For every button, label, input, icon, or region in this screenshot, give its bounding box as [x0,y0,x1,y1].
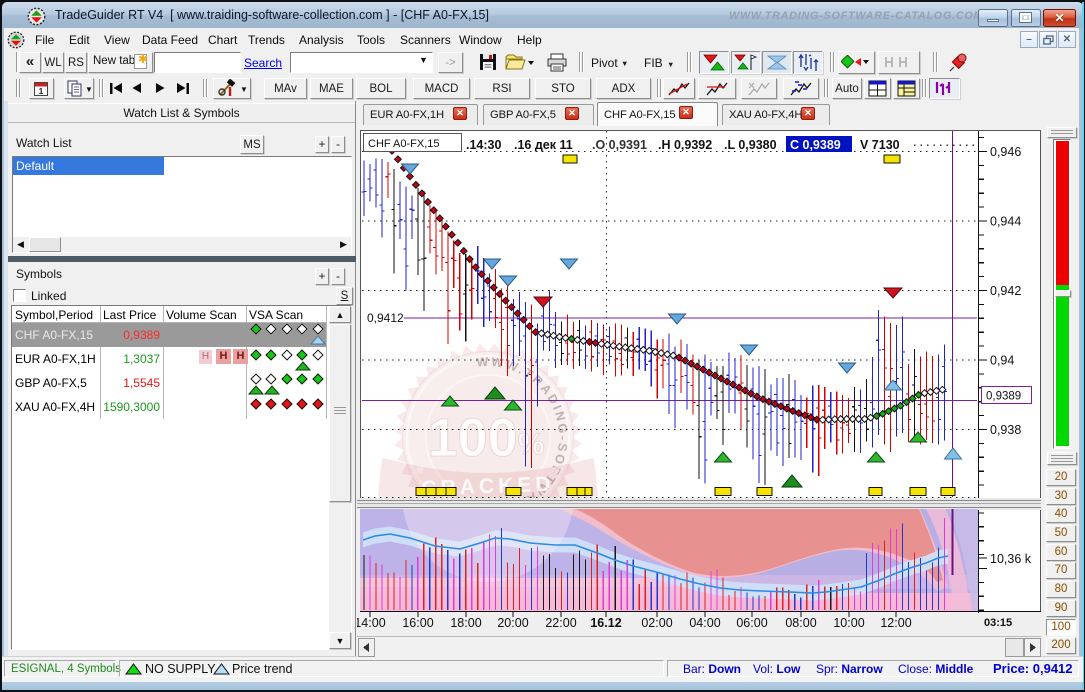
svg-text:04:00: 04:00 [689,616,720,630]
svg-text:0,942: 0,942 [990,284,1021,298]
svg-text:16.12: 16.12 [590,616,621,630]
svg-text:06:00: 06:00 [736,616,767,630]
svg-text:22:00: 22:00 [545,616,576,630]
svg-text:12:00: 12:00 [880,616,911,630]
svg-text:0,9389: 0,9389 [986,391,1021,403]
svg-text:0,946: 0,946 [990,145,1021,159]
svg-text:0,944: 0,944 [990,215,1021,229]
svg-text:0,9412: 0,9412 [367,311,404,325]
svg-text:10,36 k: 10,36 k [990,552,1032,566]
svg-text:08:00: 08:00 [785,616,816,630]
svg-text:20:00: 20:00 [497,616,528,630]
svg-text:CHF A0-FX,15: CHF A0-FX,15 [368,138,440,150]
svg-text:18:00: 18:00 [450,616,481,630]
svg-text:V 7130: V 7130 [860,138,900,152]
svg-text:C 0,9389: C 0,9389 [790,138,841,152]
svg-text:14:00: 14:00 [357,616,386,630]
svg-text:0,938: 0,938 [990,423,1021,437]
svg-text:16:00: 16:00 [402,616,433,630]
svg-text:0,94: 0,94 [990,354,1014,368]
svg-text:CRACKED: CRACKED [421,473,555,501]
svg-text:02:00: 02:00 [641,616,672,630]
svg-text:1: 1 [39,86,44,96]
svg-text:10:00: 10:00 [833,616,864,630]
svg-text:03:15: 03:15 [984,617,1012,629]
